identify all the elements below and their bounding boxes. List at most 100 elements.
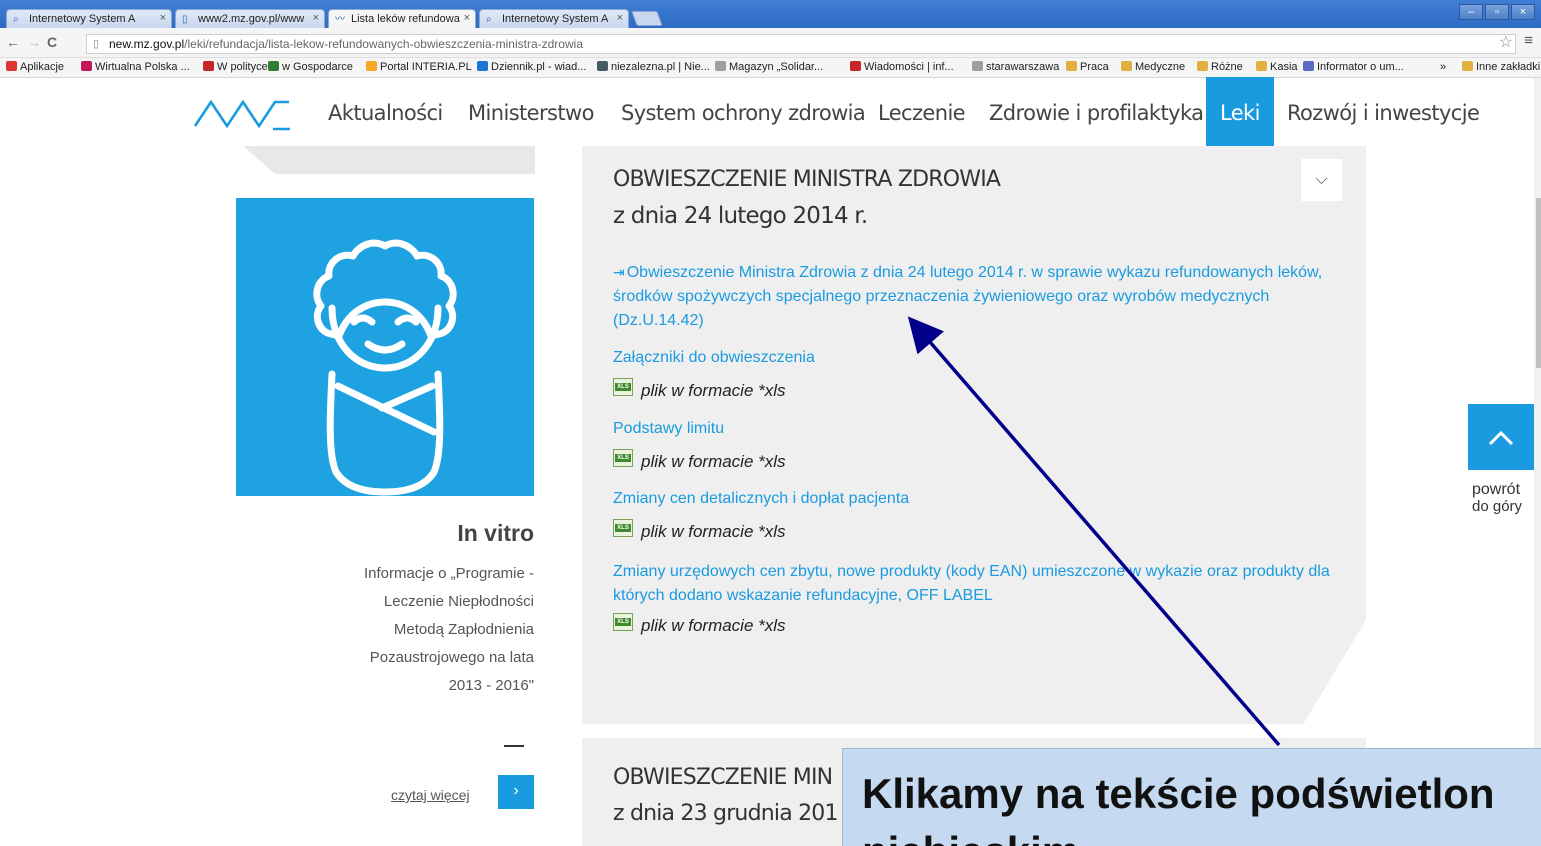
chevron-up-icon: [1488, 430, 1514, 446]
link-podstawy-limitu[interactable]: Podstawy limitu: [613, 420, 724, 438]
address-bar: ← → C ▯ new.mz.gov.pl/leki/refundacja/lis…: [0, 28, 1541, 58]
bookmark-item[interactable]: Wirtualna Polska ...: [81, 61, 190, 73]
bookmark-item[interactable]: Magazyn „Solidar...: [715, 61, 823, 73]
maximize-icon[interactable]: ▫: [1485, 4, 1509, 20]
bookmark-icon: [6, 61, 17, 71]
bookmark-item[interactable]: Wiadomości | inf...: [850, 61, 954, 73]
nav-rozwoj-i-inwestycje[interactable]: Rozwój i inwestycje: [1273, 77, 1493, 146]
scrollbar[interactable]: [1534, 78, 1541, 846]
mz-logo[interactable]: [193, 96, 293, 132]
bookmark-icon: [1197, 61, 1208, 71]
xls-file-icon: XLS: [613, 519, 633, 537]
annotation-text-line2: niebieskim: [862, 828, 1079, 846]
invitro-description: Informacje o „Programie - Leczenie Niepł…: [363, 565, 534, 694]
read-more-button[interactable]: ›: [498, 775, 534, 809]
bookmark-icon: [203, 61, 214, 71]
close-icon[interactable]: ×: [617, 12, 623, 24]
other-bookmarks[interactable]: Inne zakładki: [1462, 61, 1540, 73]
bookmark-item[interactable]: Kasia: [1256, 61, 1298, 73]
file-link[interactable]: XLS plik w formacie *xls: [613, 449, 786, 472]
external-link-icon: ⇥: [613, 264, 625, 280]
notice-title: OBWIESZCZENIE MINISTRA ZDROWIA: [613, 167, 1001, 192]
browser-tab[interactable]: ⌕ Internetowy System A ×: [6, 9, 172, 28]
bookmark-icon: [715, 61, 726, 71]
screen: ⌕ Internetowy System A × ▯ www2.mz.gov.pl/w…: [0, 0, 1541, 846]
annotation-text: Klikamy na tekście podświetlon: [862, 770, 1495, 817]
bookmark-item[interactable]: Informator o um...: [1303, 61, 1404, 73]
page-icon: ▯: [93, 38, 100, 50]
search-icon: ⌕: [13, 14, 19, 25]
bookmark-icon: [972, 61, 983, 71]
window-controls: – ▫ ×: [1459, 4, 1535, 20]
bookmark-item[interactable]: w Gospodarce: [268, 61, 353, 73]
minimize-icon[interactable]: –: [1459, 4, 1483, 20]
nav-system-ochrony-zdrowia[interactable]: System ochrony zdrowia: [607, 77, 879, 146]
bookmark-icon: [81, 61, 92, 71]
read-more-link[interactable]: czytaj więcej: [391, 787, 470, 803]
notice-date: z dnia 23 grudnia 201: [613, 801, 838, 826]
xls-file-icon: XLS: [613, 449, 633, 467]
main-document-link[interactable]: ⇥ Obwieszczenie Ministra Zdrowia z dnia 2…: [613, 260, 1333, 333]
document-icon: ▯: [182, 14, 188, 25]
bookmark-star-icon[interactable]: ☆: [1499, 32, 1513, 52]
bookmark-icon: [597, 61, 608, 71]
file-link[interactable]: XLS plik w formacie *xls: [613, 519, 786, 542]
browser-tab[interactable]: ▯ www2.mz.gov.pl/www ×: [175, 9, 325, 28]
notice-date: z dnia 24 lutego 2014 r.: [613, 203, 868, 229]
notice-title: OBWIESZCZENIE MIN: [613, 765, 833, 790]
bookmark-item[interactable]: Portal INTERIA.PL: [366, 61, 472, 73]
bookmark-item[interactable]: Dziennik.pl - wiad...: [477, 61, 586, 73]
bookmark-icon: [1066, 61, 1077, 71]
bookmark-item[interactable]: Różne: [1197, 61, 1243, 73]
bookmark-icon: [268, 61, 279, 71]
back-icon[interactable]: ←: [6, 34, 20, 50]
nav-leki[interactable]: Leki: [1206, 77, 1274, 146]
bookmark-item[interactable]: W polityce: [203, 61, 268, 73]
url-input[interactable]: ▯ new.mz.gov.pl/leki/refundacja/lista-lek…: [86, 34, 1516, 54]
browser-tab[interactable]: ⌕ Internetowy System A ×: [479, 9, 629, 28]
menu-icon[interactable]: ≡: [1524, 32, 1533, 49]
close-window-icon[interactable]: ×: [1511, 4, 1535, 20]
tab-strip: ⌕ Internetowy System A × ▯ www2.mz.gov.pl/w…: [0, 0, 1541, 29]
file-link[interactable]: XLS plik w formacie *xls: [613, 613, 786, 636]
divider: [504, 745, 524, 747]
back-to-top-button[interactable]: [1468, 404, 1534, 470]
close-icon[interactable]: ×: [464, 12, 470, 24]
browser-tab-active[interactable]: 〰 Lista leków refundowa ×: [328, 9, 476, 29]
nav-zdrowie-i-profilaktyka[interactable]: Zdrowie i profilaktyka: [975, 77, 1217, 146]
reload-icon[interactable]: C: [47, 34, 57, 50]
bookmark-item[interactable]: niezalezna.pl | Nie...: [597, 61, 710, 73]
bookmark-item[interactable]: Praca: [1066, 61, 1109, 73]
folder-icon: [1462, 61, 1473, 71]
bookmark-icon: [366, 61, 377, 71]
mz-logo-icon: 〰: [335, 14, 345, 25]
bookmark-item[interactable]: Medyczne: [1121, 61, 1185, 73]
nav-leczenie[interactable]: Leczenie: [864, 77, 979, 146]
nav-aktualnosci[interactable]: Aktualności: [314, 77, 457, 146]
link-zmiany-urzedowych-cen[interactable]: Zmiany urzędowych cen zbytu, nowe produk…: [613, 560, 1333, 608]
bookmark-icon: [477, 61, 488, 71]
scrollbar-thumb[interactable]: [1536, 198, 1541, 368]
bookmarks-more-button[interactable]: »: [1440, 61, 1446, 73]
file-link[interactable]: XLS plik w formacie *xls: [613, 378, 786, 401]
collapse-button[interactable]: ⌵: [1301, 159, 1342, 201]
bookmark-item[interactable]: starawarszawa: [972, 61, 1059, 73]
link-zalaczniki[interactable]: Załączniki do obwieszczenia: [613, 349, 815, 367]
bookmarks-bar: Aplikacje Wirtualna Polska ... W polityce w…: [0, 58, 1541, 78]
xls-file-icon: XLS: [613, 378, 633, 396]
nav-ministerstwo[interactable]: Ministerstwo: [454, 77, 608, 146]
invitro-banner[interactable]: [236, 198, 534, 496]
link-zmiany-cen-detalicznych[interactable]: Zmiany cen detalicznych i dopłat pacjent…: [613, 490, 909, 508]
search-icon: ⌕: [486, 14, 492, 25]
bookmark-icon: [1303, 61, 1314, 71]
bookmark-item[interactable]: Aplikacje: [6, 61, 64, 73]
close-icon[interactable]: ×: [313, 12, 319, 24]
baby-icon: [313, 239, 457, 496]
invitro-title: In vitro: [457, 520, 534, 546]
chevron-down-icon: ⌵: [1315, 171, 1328, 188]
forward-icon[interactable]: →: [27, 34, 41, 50]
new-tab-button[interactable]: [631, 11, 663, 26]
close-icon[interactable]: ×: [160, 12, 166, 24]
back-to-top-label[interactable]: powrót do góry: [1472, 481, 1522, 515]
bookmark-icon: [1256, 61, 1267, 71]
